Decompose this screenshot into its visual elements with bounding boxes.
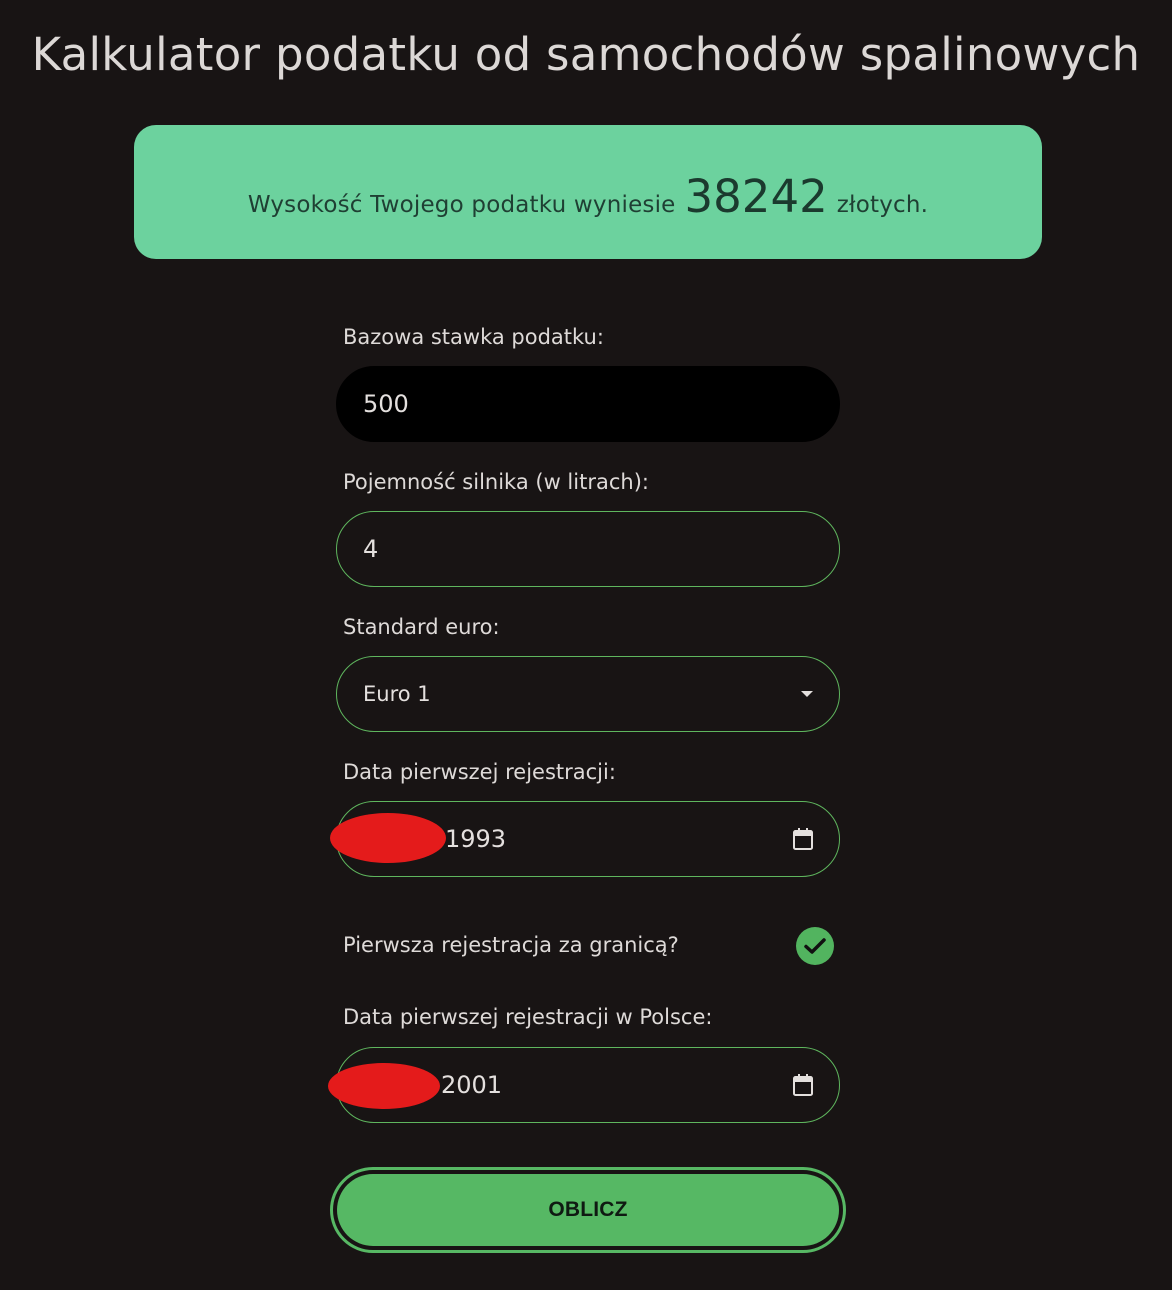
calendar-icon[interactable] (793, 828, 813, 850)
engine-capacity-input[interactable]: 4 (336, 511, 840, 587)
first-registration-label: Data pierwszej rejestracji: (343, 760, 616, 784)
euro-standard-select[interactable]: Euro 1 (336, 656, 840, 732)
first-registration-poland-label: Data pierwszej rejestracji w Polsce: (343, 1005, 713, 1029)
base-rate-label: Bazowa stawka podatku: (343, 325, 604, 349)
first-registration-poland-year: 2001 (441, 1071, 503, 1099)
calculate-button[interactable]: OBLICZ (330, 1167, 846, 1253)
first-registration-year: 1993 (445, 825, 507, 853)
base-rate-value: 500 (363, 390, 409, 418)
engine-capacity-label: Pojemność silnika (w litrach): (343, 470, 649, 494)
chevron-down-icon (801, 691, 813, 697)
redaction-mark (328, 1063, 440, 1109)
calculate-button-label: OBLICZ (337, 1174, 839, 1246)
tax-result-line: Wysokość Twojego podatku wyniesie 38242 … (248, 170, 928, 223)
tax-result-prefix: Wysokość Twojego podatku wyniesie (247, 191, 676, 218)
tax-result-banner: Wysokość Twojego podatku wyniesie 38242 … (134, 125, 1042, 259)
registered-abroad-checkbox[interactable] (796, 927, 834, 965)
euro-standard-label: Standard euro: (343, 615, 500, 639)
checkmark-icon (804, 938, 826, 954)
page-title: Kalkulator podatku od samochodów spalino… (31, 28, 1141, 81)
redaction-mark (330, 813, 446, 863)
tax-result-suffix: złotych. (836, 191, 929, 218)
engine-capacity-value: 4 (363, 535, 379, 563)
base-rate-input[interactable]: 500 (336, 366, 840, 442)
euro-standard-selected: Euro 1 (363, 682, 431, 706)
tax-result-amount: 38242 (684, 169, 828, 223)
registered-abroad-label: Pierwsza rejestracja za granicą? (343, 933, 679, 957)
calendar-icon[interactable] (793, 1074, 813, 1096)
